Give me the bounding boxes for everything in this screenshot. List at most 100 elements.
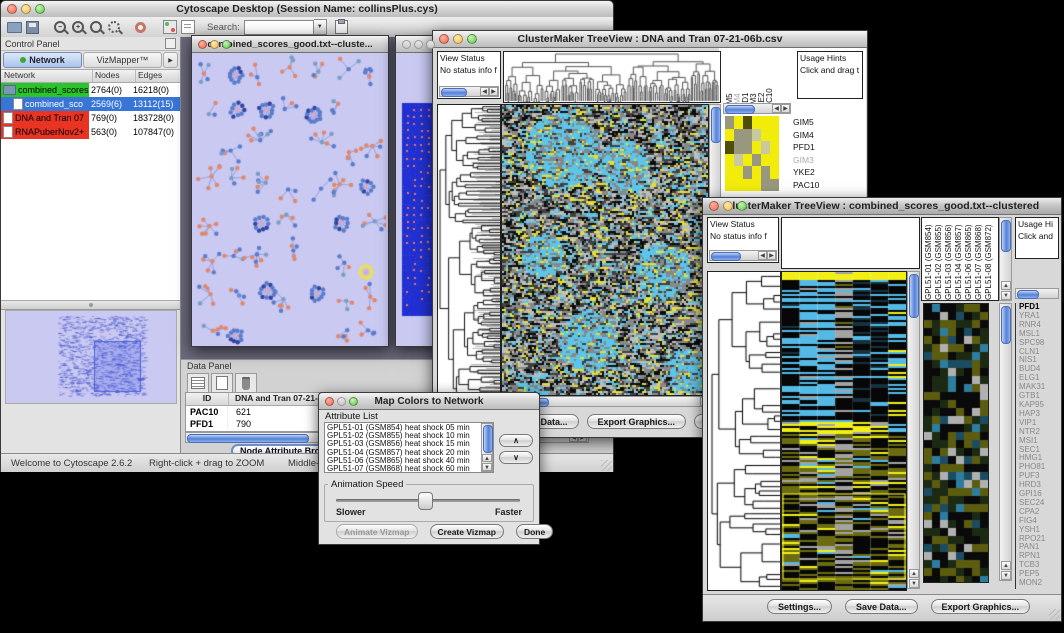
tv2-column-dendrogram[interactable] — [781, 217, 920, 269]
open-folder-icon[interactable] — [5, 19, 23, 36]
minimize-icon[interactable] — [337, 397, 346, 406]
tv1-zoom-cell[interactable] — [770, 154, 779, 167]
tv1-zoom-cell[interactable] — [743, 116, 752, 129]
dialog-title-bar[interactable]: Map Colors to Network — [319, 393, 539, 410]
network-view-title-bar[interactable]: combined_scores_good.txt--cluste... — [192, 36, 388, 53]
window-resize-grip[interactable] — [601, 460, 612, 471]
tv1-zoom-cell[interactable] — [770, 129, 779, 142]
network-table-row[interactable]: combined_scores2764(0)16218(0) — [1, 83, 180, 97]
zoom-window-icon[interactable] — [467, 34, 477, 44]
tv1-zoom-cell[interactable] — [734, 141, 743, 154]
dialog-done-button[interactable]: Done — [516, 524, 553, 539]
delete-attribute-icon[interactable] — [235, 373, 257, 392]
tv1-zoom-cell[interactable] — [743, 129, 752, 142]
tv1-zoom-heatmap[interactable] — [725, 116, 779, 191]
close-icon[interactable] — [439, 34, 449, 44]
tv1-column-dendrogram[interactable] — [503, 51, 721, 103]
tv2-save-data-button[interactable]: Save Data... — [845, 599, 918, 614]
tv2-column-labels-scrollbar[interactable]: ▲▼ — [999, 217, 1012, 301]
tv1-zoom-cell[interactable] — [752, 116, 761, 129]
network-table-row[interactable]: DNA and Tran 07769(0)183728(0) — [1, 111, 180, 125]
tv1-zoom-cell[interactable] — [770, 179, 779, 192]
float-panel-icon[interactable] — [165, 38, 176, 49]
tv1-zoom-cell[interactable] — [734, 179, 743, 192]
attribute-table-icon[interactable] — [187, 373, 209, 392]
close-icon[interactable] — [325, 397, 334, 406]
panel-splitter[interactable] — [1, 300, 180, 310]
tv1-zoom-cell[interactable] — [743, 179, 752, 192]
zoom-window-icon[interactable] — [222, 40, 231, 49]
tv1-zoom-hscrollbar[interactable]: ◀▶ — [723, 103, 791, 114]
tv2-zoom-vscrollbar[interactable]: ▲▼ — [999, 303, 1012, 581]
network-overview-canvas[interactable] — [5, 310, 177, 404]
tv1-global-heatmap[interactable] — [501, 104, 709, 396]
zoom-region-icon[interactable] — [105, 19, 123, 36]
tv2-zoom-heatmap[interactable] — [923, 303, 989, 583]
tv2-settings-button[interactable]: Settings... — [767, 599, 832, 614]
tv2-heatmap-vscrollbar[interactable]: ▲▼ — [907, 271, 920, 589]
attribute-list-item[interactable]: GPL51-07 (GSM868) heat shock 60 min — [327, 465, 493, 473]
minimize-icon[interactable] — [723, 201, 733, 211]
help-lifesaver-icon[interactable] — [131, 19, 149, 36]
tv1-zoom-cell[interactable] — [770, 116, 779, 129]
tv1-zoom-cell[interactable] — [725, 116, 734, 129]
vizmapper-icon[interactable] — [161, 19, 179, 36]
treeview2-title-bar[interactable]: ClusterMaker TreeView : combined_scores_… — [703, 198, 1061, 215]
zoom-in-icon[interactable]: + — [69, 19, 87, 36]
zoom-window-icon[interactable] — [35, 4, 45, 14]
tv1-zoom-cell[interactable] — [734, 154, 743, 167]
search-dropdown-icon[interactable]: ▼ — [314, 19, 327, 35]
tv1-row-dendrogram[interactable] — [437, 104, 501, 411]
network-table-row[interactable]: combined_sco2569(6)13112(15) — [1, 97, 180, 111]
tv1-zoom-cell[interactable] — [734, 116, 743, 129]
search-input[interactable] — [244, 20, 314, 35]
gene-label[interactable]: MON2 — [1019, 579, 1063, 588]
treeview2-resize-grip[interactable] — [1049, 609, 1060, 620]
attribute-list[interactable]: GPL51-01 (GSM854) heat shock 05 minGPL51… — [324, 422, 494, 473]
close-icon[interactable] — [709, 201, 719, 211]
tv1-zoom-cell[interactable] — [761, 179, 770, 192]
attribute-list-scrollbar[interactable]: ▲ ▼ — [481, 423, 493, 472]
tv1-zoom-cell[interactable] — [725, 129, 734, 142]
tv1-zoom-cell[interactable] — [743, 166, 752, 179]
tv1-zoom-cell[interactable] — [752, 166, 761, 179]
save-icon[interactable] — [23, 19, 41, 36]
tv1-zoom-cell[interactable] — [770, 141, 779, 154]
zoom-out-icon[interactable]: − — [51, 19, 69, 36]
new-attribute-icon[interactable] — [211, 373, 233, 392]
network-table-row[interactable]: RNAPuberNov2+563(0)107847(0) — [1, 125, 180, 139]
tv2-export-graphics-button[interactable]: Export Graphics... — [931, 599, 1031, 614]
tv1-zoom-cell[interactable] — [761, 166, 770, 179]
annotation-icon[interactable] — [179, 19, 197, 36]
tv1-zoom-cell[interactable] — [761, 129, 770, 142]
dialog-create-vizmap-button[interactable]: Create Vizmap — [430, 524, 504, 539]
tv1-zoom-cell[interactable] — [743, 154, 752, 167]
tv1-export-graphics-button[interactable]: Export Graphics... — [587, 414, 687, 429]
zoom-window-icon[interactable] — [426, 40, 435, 49]
tv1-zoom-cell[interactable] — [761, 141, 770, 154]
move-down-button[interactable]: ∨ — [499, 451, 533, 464]
tv1-zoom-cell[interactable] — [743, 141, 752, 154]
tv2-usage-scrollbar[interactable] — [1015, 288, 1059, 299]
dialog-animate-vizmap-button[interactable]: Animate Vizmap — [336, 524, 418, 539]
tv1-zoom-cell[interactable] — [734, 166, 743, 179]
tv2-status-scrollbar[interactable]: ◀▶ — [709, 250, 777, 261]
minimize-icon[interactable] — [210, 40, 219, 49]
tv1-zoom-cell[interactable] — [770, 166, 779, 179]
tab-network[interactable]: Network — [3, 52, 82, 68]
tv2-row-dendrogram[interactable] — [707, 271, 781, 591]
main-title-bar[interactable]: Cytoscape Desktop (Session Name: collins… — [1, 1, 613, 18]
speed-slider-thumb[interactable] — [418, 492, 433, 510]
close-icon[interactable] — [402, 40, 411, 49]
tab-vizmapper[interactable]: VizMapper™ — [83, 52, 162, 68]
tv1-zoom-cell[interactable] — [752, 129, 761, 142]
minimize-icon[interactable] — [453, 34, 463, 44]
tv1-zoom-cell[interactable] — [761, 116, 770, 129]
tv1-zoom-cell[interactable] — [752, 179, 761, 192]
close-icon[interactable] — [198, 40, 207, 49]
clipboard-icon[interactable] — [333, 19, 351, 36]
close-icon[interactable] — [7, 4, 17, 14]
minimize-icon[interactable] — [414, 40, 423, 49]
minimize-icon[interactable] — [21, 4, 31, 14]
zoom-window-icon[interactable] — [349, 397, 358, 406]
